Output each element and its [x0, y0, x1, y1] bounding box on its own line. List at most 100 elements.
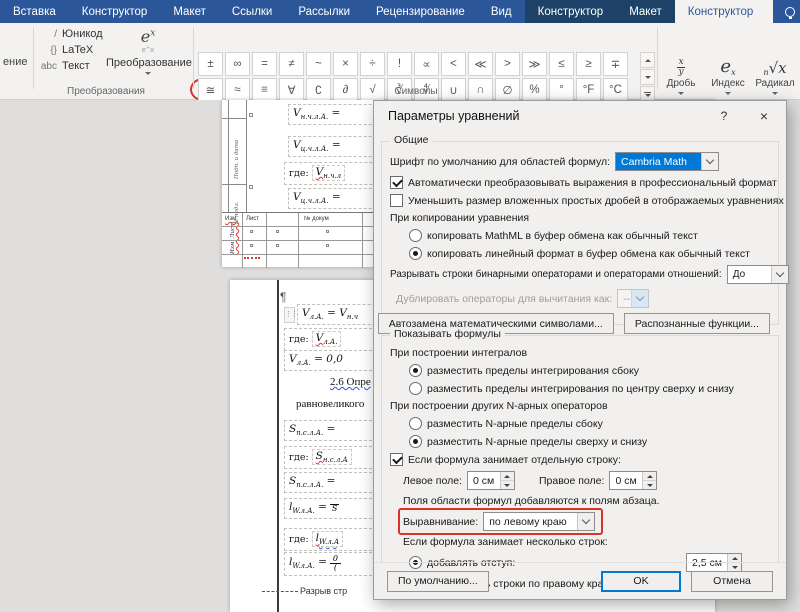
left-margin-value: 0 см [472, 474, 495, 487]
spinner-buttons[interactable] [499, 472, 514, 489]
nary-above-radio[interactable] [409, 435, 422, 448]
variable-box: lW.л.А [311, 531, 344, 548]
symbol-cell[interactable]: < [441, 52, 466, 76]
convert-button[interactable]: ex e^x Преобразование [106, 26, 192, 76]
nary-side-radio[interactable] [409, 417, 422, 430]
defaults-button[interactable]: По умолчанию... [387, 570, 489, 592]
integral-side-radio[interactable] [409, 364, 422, 377]
lightbulb-icon [785, 6, 796, 19]
right-margin-spinner[interactable]: 0 см [609, 471, 658, 490]
tab-rassylki[interactable]: Рассылки [285, 0, 363, 23]
break-lines-label: Разрывать строки бинарными операторами и… [390, 269, 722, 280]
symbol-cell[interactable]: ∝ [414, 52, 439, 76]
latex-button[interactable]: {} LaTeX [40, 44, 103, 56]
convert-label: Преобразование [106, 57, 192, 70]
symbol-cell[interactable]: ! [387, 52, 412, 76]
symbol-cell[interactable]: ± [198, 52, 223, 76]
tab-ssylki[interactable]: Ссылки [219, 0, 286, 23]
frame-mark [249, 113, 253, 117]
symbol-cell[interactable]: ≥ [576, 52, 601, 76]
combo-arrow [631, 290, 649, 307]
symbol-cell[interactable]: = [252, 52, 277, 76]
reduce-checkbox[interactable] [390, 194, 403, 207]
variable-box: Vл.А. [311, 331, 342, 348]
variable-box: Sн.с.л.А [311, 449, 352, 466]
tab-konstruktor[interactable]: Конструктор [69, 0, 161, 23]
nary-above-row: разместить N-арные пределы сверху и сниз… [409, 435, 770, 448]
integral-center-radio[interactable] [409, 382, 422, 395]
mathml-radio[interactable] [409, 229, 422, 242]
tell-me-box[interactable]: Что вы хотите сд [773, 0, 800, 23]
tab-maket[interactable]: Макет [160, 0, 219, 23]
ctx-tab-konstruktor[interactable]: Конструктор [525, 0, 617, 23]
tab-equation-konstruktor-active[interactable]: Конструктор [674, 0, 767, 23]
symbol-cell[interactable]: × [333, 52, 358, 76]
stamp-side-label: Подп. и дата [234, 139, 240, 179]
dropdown-arrow-icon [145, 72, 151, 76]
radical-button[interactable]: n √x Радикал [752, 49, 798, 95]
combo-arrow[interactable] [770, 266, 788, 283]
spinner-buttons[interactable] [642, 472, 657, 489]
unicode-button[interactable]: / Юникод [40, 28, 102, 40]
combo-arrow[interactable] [577, 513, 595, 530]
close-icon[interactable]: × [742, 101, 786, 131]
frame-line [228, 100, 229, 212]
general-legend: Общие [390, 134, 433, 146]
reduce-label: Уменьшить размер вложенных простых дробе… [408, 194, 784, 207]
left-margin-spinner[interactable]: 0 см [466, 471, 515, 490]
professional-checkbox[interactable] [390, 176, 403, 189]
own-line-checkbox[interactable] [390, 453, 403, 466]
more-icon [644, 91, 651, 97]
ex-small-icon: e^x [141, 46, 155, 55]
where-label: где: [289, 533, 309, 545]
index-button[interactable]: ex Индекс [705, 49, 751, 95]
ctx-tab-maket[interactable]: Макет [616, 0, 675, 23]
symbol-cell[interactable]: ∞ [225, 52, 250, 76]
alignment-combobox[interactable]: по левому краю [483, 512, 596, 531]
fraction-button[interactable]: xy Дробь [658, 49, 704, 95]
font-combobox[interactable]: Cambria Math [615, 152, 720, 171]
symbol-cell[interactable]: ÷ [360, 52, 385, 76]
slash-icon: / [54, 28, 57, 40]
symbol-cell[interactable]: ≠ [279, 52, 304, 76]
table-mark [250, 230, 253, 233]
help-button[interactable]: ? [706, 101, 742, 131]
equation-text: Vц.ч.л.А. = [293, 139, 341, 154]
symbol-cell[interactable]: ∓ [603, 52, 628, 76]
fraction-stack: 0( [329, 555, 341, 572]
footer-col-izm: Изм [225, 216, 237, 222]
paragraph-text[interactable]: равновеликого [296, 398, 364, 410]
spin-up-icon [504, 474, 511, 478]
cancel-button[interactable]: Отмена [691, 570, 773, 592]
symbol-cell[interactable]: ≤ [549, 52, 574, 76]
ex-convert-icon: ex [140, 27, 156, 47]
combo-arrow[interactable] [701, 153, 719, 170]
gallery-scroll-down-button[interactable] [640, 69, 655, 85]
break-lines-row: Разрывать строки бинарными операторами и… [390, 265, 789, 284]
tab-recenzirovanie[interactable]: Рецензирование [363, 0, 478, 23]
tab-vstavka[interactable]: Вставка [0, 0, 69, 23]
dialog-title: Параметры уравнений [388, 109, 520, 123]
dialog-title-bar: Параметры уравнений ? × [374, 101, 786, 131]
fraction-label: Дробь [666, 78, 696, 89]
symbol-cell[interactable]: ≫ [522, 52, 547, 76]
equation-text: Sп.с.л.А. = [289, 423, 336, 438]
cropped-equation-button-label[interactable]: ение [3, 56, 27, 68]
linear-radio[interactable] [409, 247, 422, 260]
symbol-cell[interactable]: > [495, 52, 520, 76]
group-separator [33, 27, 34, 89]
symbol-cell[interactable]: ~ [306, 52, 331, 76]
gallery-scroll-up-button[interactable] [640, 52, 655, 68]
chevron-down-icon [635, 292, 645, 302]
symbol-cell[interactable]: ≪ [468, 52, 493, 76]
recognized-functions-button[interactable]: Распознанные функции... [623, 313, 770, 334]
ok-button[interactable]: OK [601, 570, 681, 592]
tab-vid[interactable]: Вид [478, 0, 525, 23]
spin-up-icon [731, 556, 738, 560]
nary-above-label: разместить N-арные пределы сверху и сниз… [427, 435, 648, 448]
text-button[interactable]: abc Текст [40, 60, 103, 72]
equation-drag-handle[interactable]: ⋮⋮ [284, 306, 298, 323]
section-heading[interactable]: 2.6 Опре [330, 376, 371, 388]
red-squiggle-mark [244, 257, 260, 259]
break-lines-combobox[interactable]: До [726, 265, 789, 284]
